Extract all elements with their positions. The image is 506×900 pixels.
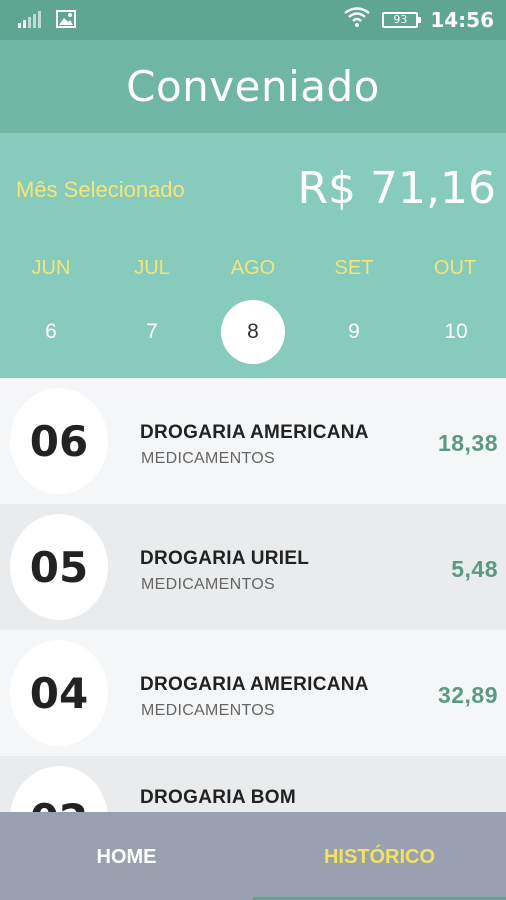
page-title: Conveniado [126,62,380,111]
clock: 14:56 [430,7,494,32]
transaction-row[interactable]: 02 DROGARIA BOM [0,756,506,812]
transaction-row[interactable]: 04 DROGARIA AMERICANA MEDICAMENTOS 32,89 [0,630,506,756]
transaction-day: 02 [10,766,108,812]
app-header: Conveniado [0,40,506,133]
transaction-list[interactable]: 06 DROGARIA AMERICANA MEDICAMENTOS 18,38… [0,378,506,812]
battery-icon: 93 [382,11,422,28]
transaction-store: DROGARIA BOM [140,787,296,808]
transaction-row[interactable]: 06 DROGARIA AMERICANA MEDICAMENTOS 18,38 [0,378,506,504]
transaction-store: DROGARIA AMERICANA [140,422,369,443]
transaction-amount: 5,48 [451,556,498,582]
month-number-out[interactable]: 10 [424,300,488,364]
transaction-category: MEDICAMENTOS [141,576,275,593]
month-label-set[interactable]: SET [304,257,404,280]
transaction-category: MEDICAMENTOS [141,702,275,719]
bottom-nav: HOME HISTÓRICO [0,812,506,900]
month-label-ago[interactable]: AGO [203,257,303,280]
wifi-icon [344,7,371,32]
selected-month-label: Mês Selecionado [16,177,185,202]
transaction-category: MEDICAMENTOS [141,450,275,467]
month-number-jul[interactable]: 7 [120,300,184,364]
transaction-store: DROGARIA AMERICANA [140,674,369,695]
transaction-day: 04 [10,640,108,746]
month-panel: Mês Selecionado R$ 71,16 JUN JUL AGO SET… [0,133,506,378]
nav-history-tab[interactable]: HISTÓRICO [253,812,506,900]
month-label-out[interactable]: OUT [405,257,505,280]
image-notification-icon [56,10,76,33]
month-label-jun[interactable]: JUN [1,257,101,280]
signal-icon [18,10,42,33]
transaction-store: DROGARIA URIEL [140,548,310,569]
month-number-ago-selected[interactable]: 8 [221,300,285,364]
transaction-amount: 18,38 [437,430,498,456]
transaction-day: 05 [10,514,108,620]
month-number-set[interactable]: 9 [322,300,386,364]
status-bar: 93 14:56 [0,0,506,40]
month-total: R$ 71,16 [297,163,496,214]
transaction-row[interactable]: 05 DROGARIA URIEL MEDICAMENTOS 5,48 [0,504,506,630]
nav-home-tab[interactable]: HOME [0,812,253,900]
month-number-jun[interactable]: 6 [19,300,83,364]
transaction-amount: 32,89 [437,682,498,708]
month-label-jul[interactable]: JUL [102,257,202,280]
transaction-day: 06 [10,388,108,494]
